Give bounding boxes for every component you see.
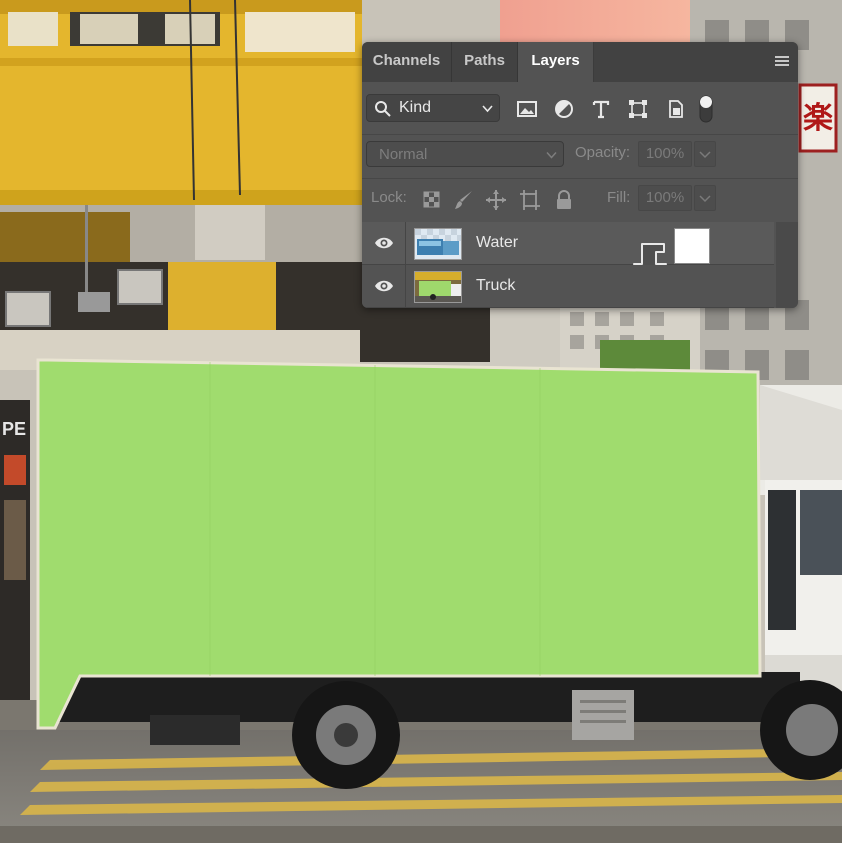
hamburger-menu-icon[interactable] [774, 53, 790, 69]
smart-object-filter-icon[interactable] [665, 98, 687, 120]
opacity-label: Opacity: [575, 144, 631, 161]
type-filter-icon[interactable] [590, 98, 612, 120]
water-thumbnail-image [415, 229, 461, 259]
fill-input[interactable]: 100% [638, 185, 692, 211]
photoshop-canvas[interactable]: 楽 PE Channels Paths Layers Kind Normal O… [0, 0, 842, 843]
chevron-down-icon [699, 151, 711, 159]
layer-name: Truck [476, 277, 516, 294]
shape-filter-icon[interactable] [627, 98, 649, 120]
lock-position-icon[interactable] [485, 189, 507, 211]
tab-paths[interactable]: Paths [452, 42, 518, 82]
tab-channels[interactable]: Channels [362, 42, 452, 82]
truck-thumbnail-image [415, 272, 461, 302]
lock-artboard-icon[interactable] [519, 189, 541, 211]
lock-all-icon[interactable] [553, 189, 575, 211]
divider [405, 265, 406, 307]
layer-row-water[interactable]: Water [362, 222, 774, 287]
filter-toggle-icon[interactable] [698, 94, 714, 124]
fill-label: Fill: [607, 189, 631, 206]
search-icon [375, 101, 391, 117]
blend-mode-row: Normal Opacity: 100% [362, 134, 798, 177]
opacity-input[interactable]: 100% [638, 141, 692, 167]
eye-visibility-icon[interactable] [374, 235, 394, 251]
layers-scrollbar[interactable] [776, 222, 798, 308]
layer-mask-thumbnail[interactable] [674, 228, 710, 264]
adjustment-filter-icon[interactable] [553, 98, 575, 120]
fill-dropdown-button[interactable] [694, 185, 716, 211]
blend-mode-dropdown[interactable]: Normal [366, 141, 564, 167]
truck-body-selection [36, 358, 762, 730]
svg-text:PE: PE [2, 419, 26, 439]
opacity-dropdown-button[interactable] [694, 141, 716, 167]
lock-image-pixels-icon[interactable] [453, 189, 475, 211]
divider [405, 222, 406, 264]
truck-layer-thumbnail [414, 271, 462, 303]
tab-layers[interactable]: Layers [518, 42, 594, 82]
blend-mode-label: Normal [379, 146, 428, 163]
chevron-down-icon [482, 105, 493, 113]
svg-text:楽: 楽 [803, 101, 833, 136]
chevron-down-icon [546, 151, 557, 159]
panel-tab-bar: Channels Paths Layers [362, 42, 798, 82]
layer-filter-row: Kind [362, 88, 798, 132]
lock-transparent-pixels-icon[interactable] [421, 189, 443, 211]
eye-visibility-icon[interactable] [374, 278, 394, 294]
image-filter-icon[interactable] [516, 98, 538, 120]
lock-label: Lock: [371, 189, 407, 206]
kind-filter-label: Kind [399, 99, 432, 116]
lock-row: Lock: Fill: 100% [362, 178, 798, 221]
chevron-down-icon [699, 195, 711, 203]
layer-name: Water [476, 234, 519, 251]
layers-list: Water Truck [362, 222, 798, 308]
kind-filter-dropdown[interactable]: Kind [366, 94, 500, 122]
layers-panel: Channels Paths Layers Kind Normal Opacit… [362, 42, 798, 308]
layer-row-truck[interactable]: Truck [362, 265, 774, 308]
water-layer-thumbnail [414, 228, 462, 260]
